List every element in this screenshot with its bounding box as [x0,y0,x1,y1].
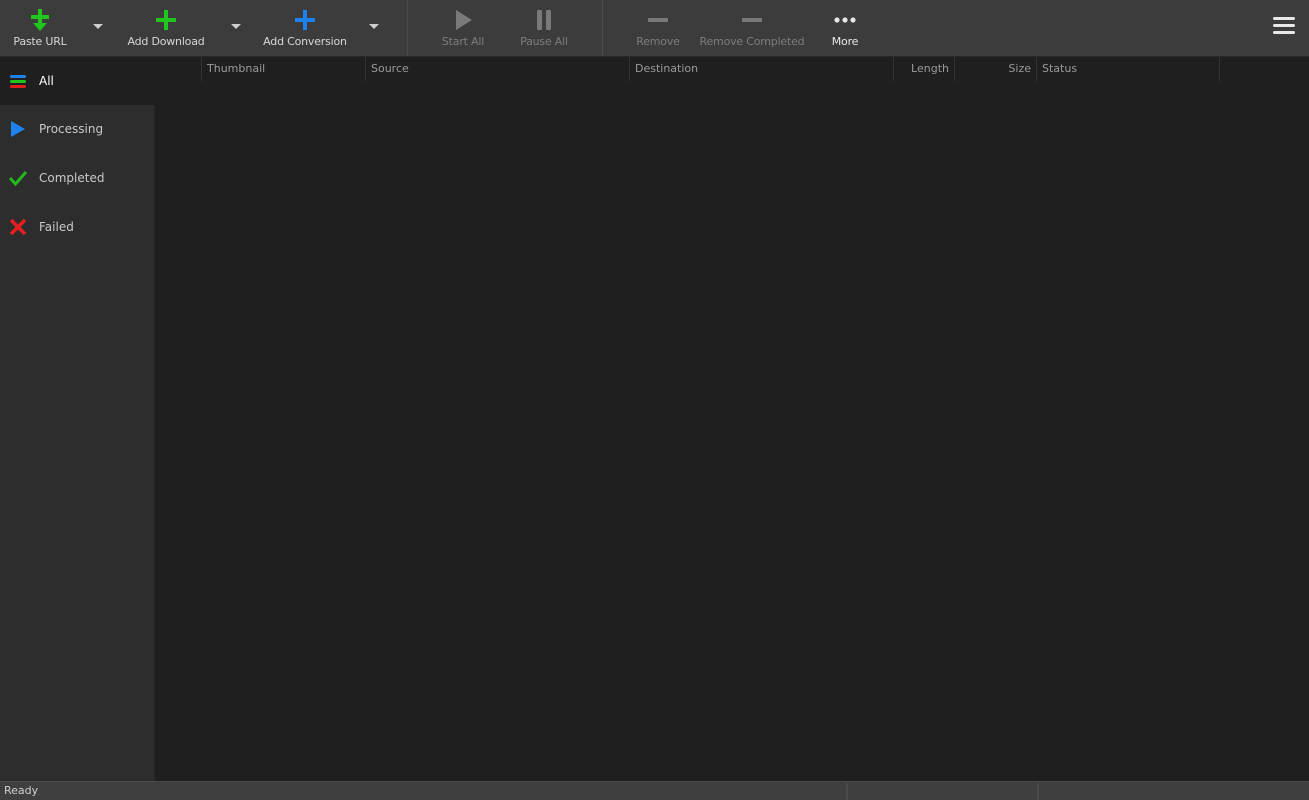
pause-all-button[interactable]: Pause All [514,0,574,56]
column-length[interactable]: Length [893,57,954,81]
checkmark-icon [9,171,27,187]
x-icon [9,218,27,236]
download-list[interactable] [155,81,1309,781]
remove-completed-button[interactable]: Remove Completed [699,0,805,56]
sidebar-item-label: Completed [39,171,105,185]
sidebar-item-all[interactable]: All [0,57,155,105]
sidebar-item-label: All [39,74,54,88]
list-icon [10,75,26,88]
play-icon [11,121,25,137]
more-button[interactable]: More [822,0,868,56]
start-all-button[interactable]: Start All [435,0,491,56]
remove-completed-label: Remove Completed [699,35,805,48]
toolbar: Paste URL Add Download Add Conversion St… [0,0,1309,57]
column-size[interactable]: Size [954,57,1036,81]
paste-url-button[interactable]: Paste URL [8,0,72,56]
add-download-button[interactable]: Add Download [126,0,206,56]
column-source[interactable]: Source [365,57,629,81]
remove-label: Remove [636,35,680,48]
toolbar-divider [407,0,408,56]
pause-all-label: Pause All [520,35,568,48]
sidebar: Processing Completed Failed [0,105,155,781]
paste-url-icon [31,9,49,31]
table-header: Thumbnail Source Destination Length Size… [155,57,1309,81]
hamburger-menu-icon[interactable] [1273,17,1297,39]
status-text: Ready [4,784,39,797]
hamburger-bar [1273,31,1295,34]
paste-url-dropdown-icon[interactable] [93,24,103,29]
column-destination[interactable]: Destination [629,57,893,81]
add-download-icon [156,10,176,30]
add-conversion-label: Add Conversion [263,35,347,48]
status-bar: Ready [0,781,1309,800]
column-thumbnail[interactable]: Thumbnail [201,57,365,81]
add-conversion-dropdown-icon[interactable] [369,24,379,29]
sidebar-item-label: Processing [39,122,104,136]
play-icon [456,10,472,30]
app-window: Paste URL Add Download Add Conversion St… [0,0,1309,800]
start-all-label: Start All [441,35,485,48]
status-divider [846,783,848,800]
pause-icon [537,10,551,30]
add-download-label: Add Download [127,35,205,48]
add-conversion-icon [295,10,315,30]
toolbar-divider [602,0,603,56]
sidebar-top: All [0,57,155,105]
paste-url-label: Paste URL [13,35,67,48]
add-download-dropdown-icon[interactable] [231,24,241,29]
status-divider [1037,783,1039,800]
hamburger-bar [1273,17,1295,20]
more-label: More [831,35,859,48]
add-conversion-button[interactable]: Add Conversion [260,0,350,56]
hamburger-bar [1273,24,1295,27]
minus-icon [648,18,668,22]
remove-button[interactable]: Remove [630,0,686,56]
ellipsis-icon [834,17,856,23]
column-divider [1219,57,1220,81]
sidebar-item-failed[interactable]: Failed [0,203,155,251]
sidebar-item-label: Failed [39,220,74,234]
sidebar-item-completed[interactable]: Completed [0,154,155,202]
column-status[interactable]: Status [1036,57,1219,81]
sidebar-item-processing[interactable]: Processing [0,105,155,153]
minus-icon [742,18,762,22]
